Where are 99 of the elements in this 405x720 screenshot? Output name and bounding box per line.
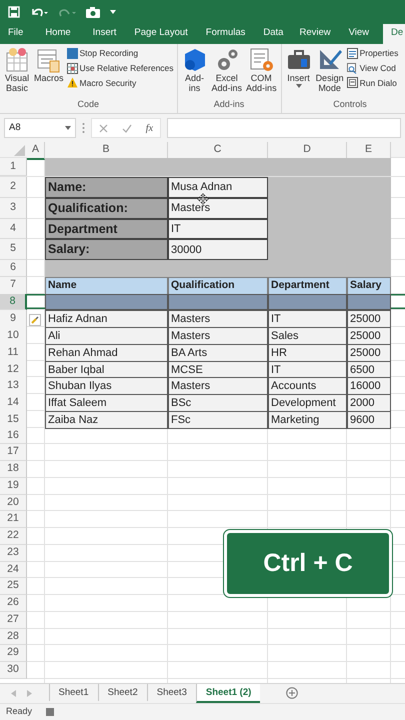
row-header[interactable]: 29 [0, 645, 27, 662]
ribbon-button[interactable]: Stop Recording [66, 47, 174, 60]
row-header[interactable]: 3 [0, 198, 27, 219]
column-header[interactable]: A [27, 142, 45, 160]
row-header[interactable]: 5 [0, 239, 27, 260]
row-header[interactable]: 30 [0, 662, 27, 679]
ribbon-tab[interactable]: Review [299, 26, 331, 44]
field-value: 30000 [168, 239, 268, 260]
column-heading: Qualification [168, 276, 268, 295]
sheet-tab[interactable]: Sheet2 [98, 684, 147, 701]
ribbon-button[interactable]: Insert [284, 47, 313, 98]
ribbon-button[interactable]: Excel Add-ins [210, 47, 244, 98]
field-value: IT [168, 218, 268, 240]
row-header[interactable]: 24 [0, 562, 27, 578]
row-header[interactable]: 26 [0, 595, 27, 612]
row-header[interactable]: 18 [0, 461, 27, 478]
paintbrush-icon[interactable] [29, 314, 41, 326]
row-header[interactable]: 22 [0, 528, 27, 545]
ribbon-button[interactable]: Design Mode [314, 47, 345, 98]
ribbon-tab[interactable]: View [348, 26, 370, 44]
ribbon-tab[interactable]: Insert [92, 26, 116, 44]
ribbon-button[interactable]: Macros [33, 47, 65, 98]
ribbon-tab[interactable]: File [8, 26, 24, 44]
ribbon-button[interactable]: COM Add-ins [245, 47, 278, 98]
dialog-icon [346, 77, 358, 88]
grip-icon [82, 122, 85, 134]
scroll-left-icon[interactable] [11, 690, 16, 696]
sheet-tab[interactable]: Sheet1 (2) [196, 684, 260, 703]
column-heading: Department [268, 276, 347, 295]
status-text: Ready [6, 705, 32, 718]
row-header[interactable]: 25 [0, 578, 27, 596]
field-value: Masters [168, 198, 268, 219]
insert-function-button[interactable]: fx [146, 120, 154, 136]
row-header[interactable]: 6 [0, 260, 27, 277]
record-stop-icon [66, 48, 78, 59]
macro-record-icon[interactable] [46, 708, 54, 716]
table-cell: Zaiba Naz [45, 410, 168, 430]
ribbon-button[interactable]: Visual Basic [3, 47, 31, 98]
add-sheet-icon[interactable] [286, 687, 298, 699]
shaded-cell [347, 158, 391, 176]
ribbon-button[interactable]: Properties [346, 47, 398, 60]
column-heading: Name [45, 276, 168, 295]
cell-reference: A8 [9, 120, 21, 135]
formula-input[interactable] [167, 118, 401, 138]
ribbon-button[interactable]: View Cod [346, 62, 398, 74]
table-cell: FSc [168, 410, 268, 430]
cancel-icon[interactable] [98, 124, 108, 132]
field-label: Department [45, 218, 168, 240]
group-label: Controls [332, 98, 368, 110]
code-search-icon [346, 62, 358, 74]
ribbon-tab[interactable]: Home [45, 26, 71, 44]
sheet-tab[interactable]: Sheet1 [48, 684, 98, 701]
camera-icon[interactable] [86, 6, 100, 18]
relative-grid-icon [66, 62, 78, 74]
save-icon[interactable] [8, 6, 20, 18]
field-label: Salary: [45, 239, 168, 260]
group-label: Code [76, 98, 100, 110]
ribbon-button[interactable]: Use Relative References [66, 62, 174, 74]
caret-icon [296, 83, 302, 90]
row-header[interactable]: 4 [0, 218, 27, 240]
ribbon-tab[interactable]: Page Layout [134, 26, 188, 44]
caret-icon[interactable] [110, 9, 116, 15]
name-box[interactable]: A8 [4, 118, 76, 138]
row-header[interactable]: 1 [0, 158, 27, 176]
field-label: Qualification: [45, 198, 168, 219]
ribbon-tab[interactable]: De [383, 24, 405, 44]
ribbon-button[interactable]: Run Dialo [346, 76, 398, 90]
row-header[interactable]: 17 [0, 444, 27, 462]
group-label: Add-ins [212, 98, 246, 110]
properties-icon [346, 48, 358, 59]
caret-icon[interactable] [65, 125, 71, 131]
field-label: Name: [45, 177, 168, 198]
column-heading: Salary [347, 276, 391, 295]
row-header[interactable]: 7 [0, 276, 27, 295]
row-header[interactable]: 21 [0, 511, 27, 528]
ribbon-button[interactable]: Macro Security [66, 76, 174, 90]
warning-icon [66, 77, 78, 88]
enter-icon[interactable] [122, 124, 132, 132]
ribbon-button[interactable]: Add- ins [180, 47, 209, 98]
row-header[interactable]: 19 [0, 478, 27, 495]
ribbon-tab[interactable]: Data [263, 26, 284, 44]
selected-cell [347, 294, 391, 310]
field-value: Musa Adnan [168, 177, 268, 198]
row-header[interactable]: 28 [0, 628, 27, 646]
scroll-right-icon[interactable] [27, 690, 32, 696]
row-header[interactable]: 27 [0, 612, 27, 629]
undo-icon[interactable] [30, 6, 48, 18]
ribbon-tab[interactable]: Formulas [206, 26, 246, 44]
row-header[interactable]: 23 [0, 544, 27, 562]
list-gear-icon [248, 47, 274, 73]
table-cell: Marketing [268, 410, 347, 430]
table-cell: 9600 [347, 410, 391, 430]
move-cursor-icon [197, 193, 209, 205]
redo-icon[interactable] [58, 6, 76, 18]
shortcut-caption: Ctrl + C [224, 530, 392, 597]
row-header[interactable]: 8 [0, 294, 27, 310]
row-header[interactable]: 16 [0, 428, 27, 444]
row-header[interactable]: 20 [0, 494, 27, 512]
row-header[interactable]: 2 [0, 177, 27, 198]
